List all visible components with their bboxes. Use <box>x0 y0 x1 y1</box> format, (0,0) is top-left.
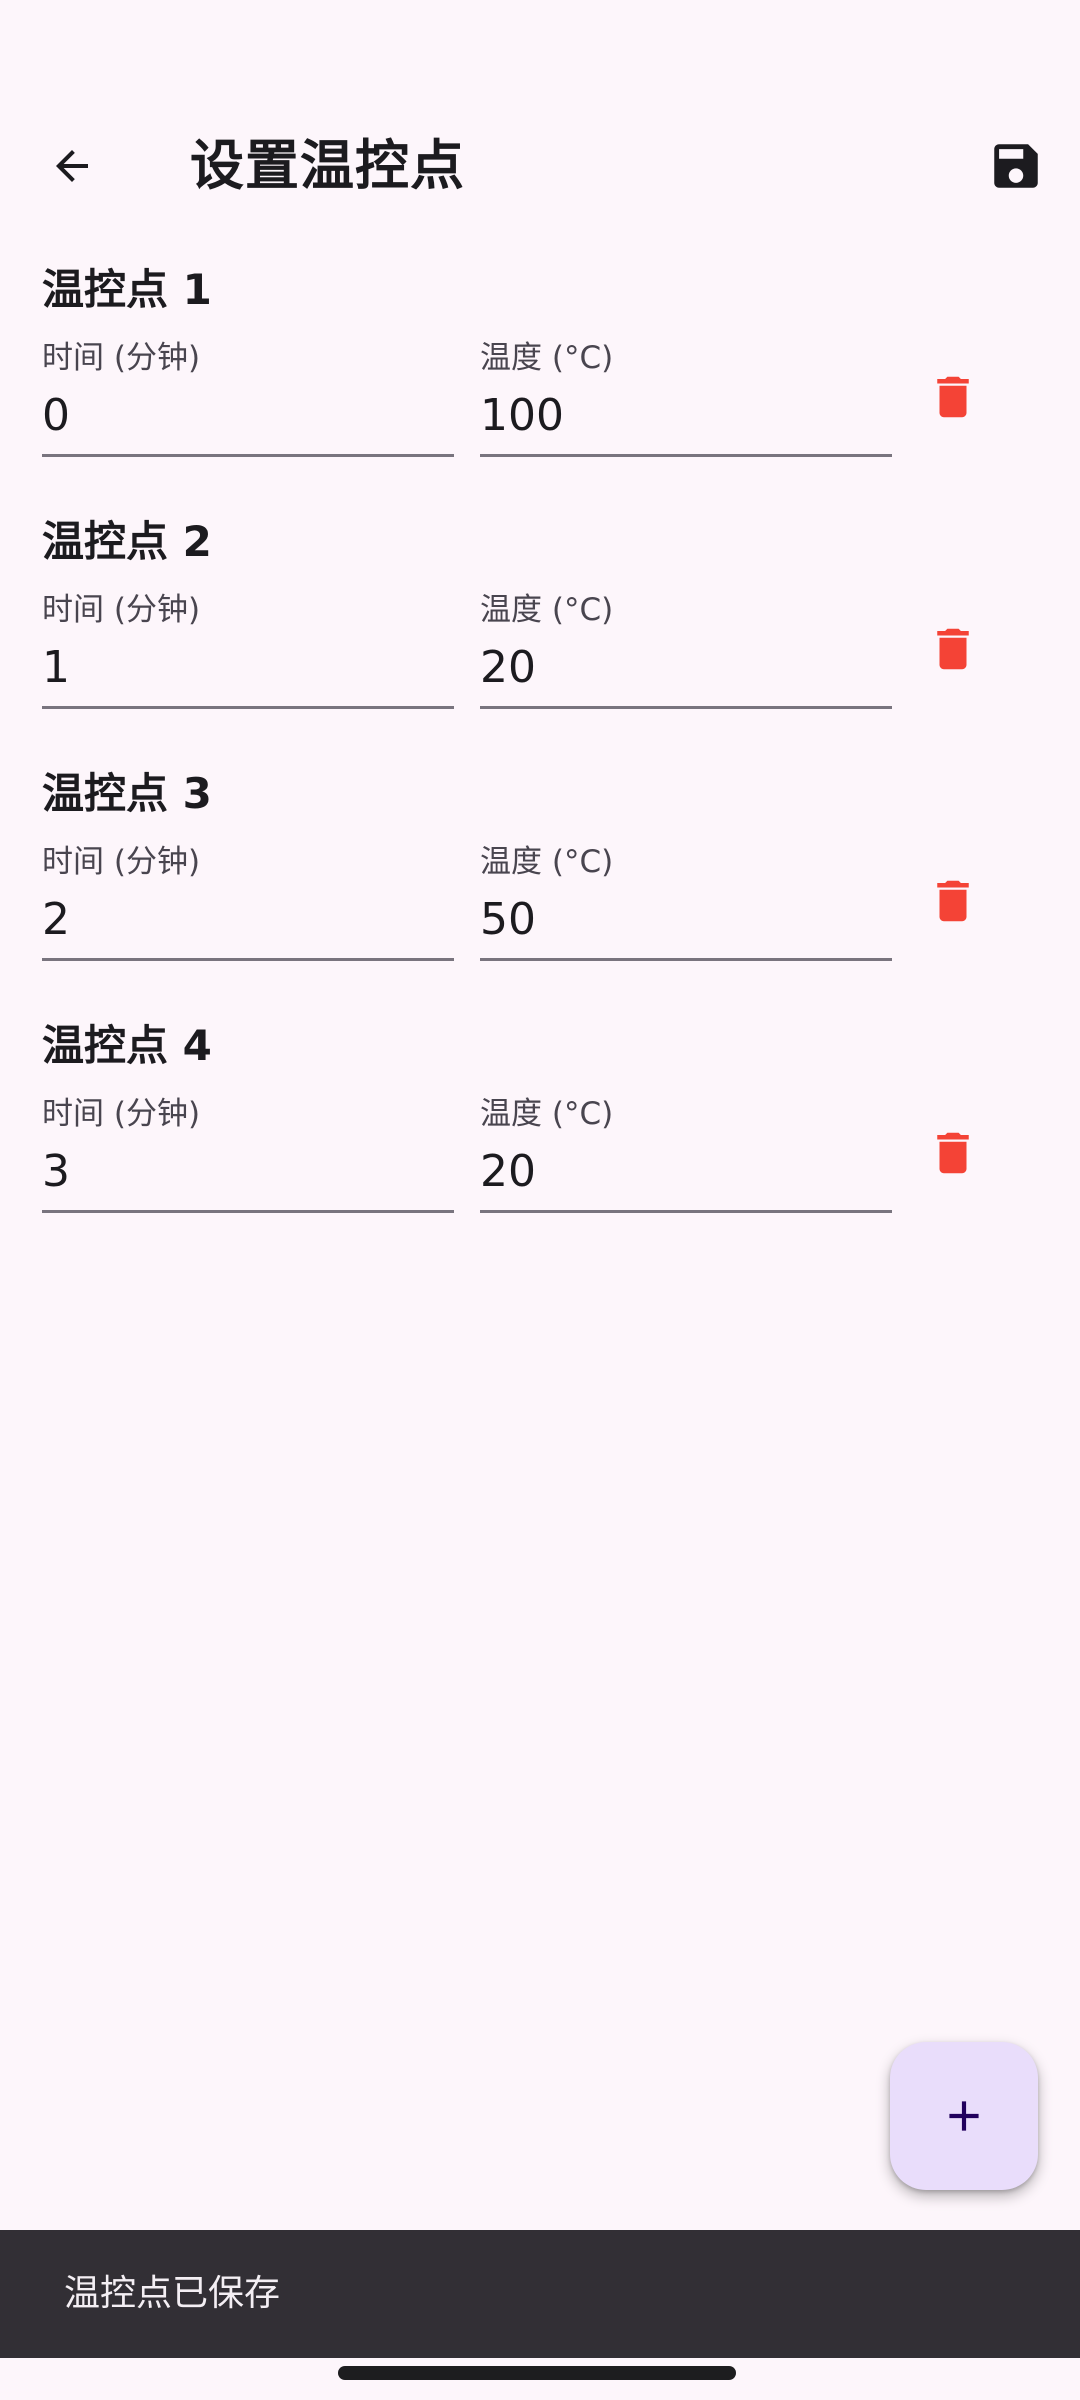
arrow-left-icon <box>56 150 88 182</box>
time-field[interactable]: 时间 (分钟) 0 <box>42 336 454 457</box>
app-bar: 设置温控点 <box>0 110 1080 220</box>
temperature-field[interactable]: 温度 (°C) 100 <box>480 336 892 457</box>
save-button[interactable] <box>972 122 1060 210</box>
temperature-field[interactable]: 温度 (°C) 20 <box>480 588 892 709</box>
time-field[interactable]: 时间 (分钟) 3 <box>42 1092 454 1213</box>
point-title: 温控点 1 <box>42 265 212 314</box>
delete-point-button[interactable] <box>908 352 998 442</box>
trash-icon <box>937 376 969 418</box>
time-field-label: 时间 (分钟) <box>42 1096 201 1132</box>
trash-icon <box>937 1132 969 1174</box>
gesture-nav-handle[interactable] <box>338 2366 736 2380</box>
snackbar: 温控点已保存 <box>0 2230 1080 2358</box>
delete-point-button[interactable] <box>908 604 998 694</box>
temperature-field-value[interactable]: 20 <box>480 638 536 698</box>
temperature-field-value[interactable]: 100 <box>480 386 564 446</box>
temperature-field-label: 温度 (°C) <box>480 340 614 376</box>
time-field[interactable]: 时间 (分钟) 1 <box>42 588 454 709</box>
temperature-field-value[interactable]: 20 <box>480 1142 536 1202</box>
temperature-field-label: 温度 (°C) <box>480 592 614 628</box>
temperature-point-item: 温控点 2 时间 (分钟) 1 温度 (°C) 20 <box>0 504 1080 756</box>
time-field-label: 时间 (分钟) <box>42 592 201 628</box>
trash-icon <box>937 628 969 670</box>
time-field-value[interactable]: 3 <box>42 1142 70 1202</box>
time-field-value[interactable]: 1 <box>42 638 70 698</box>
add-point-button[interactable] <box>890 2042 1038 2190</box>
temperature-point-item: 温控点 4 时间 (分钟) 3 温度 (°C) 20 <box>0 1008 1080 1260</box>
time-field-value[interactable]: 2 <box>42 890 70 950</box>
point-title: 温控点 3 <box>42 769 212 818</box>
floppy-disk-icon <box>994 144 1038 188</box>
time-field-label: 时间 (分钟) <box>42 340 201 376</box>
temperature-field-label: 温度 (°C) <box>480 1096 614 1132</box>
temperature-point-list: 温控点 1 时间 (分钟) 0 温度 (°C) 100 温控点 2 时间 (分钟… <box>0 252 1080 1260</box>
temperature-field[interactable]: 温度 (°C) 50 <box>480 840 892 961</box>
back-button[interactable] <box>30 124 114 208</box>
temperature-point-item: 温控点 3 时间 (分钟) 2 温度 (°C) 50 <box>0 756 1080 1008</box>
trash-icon <box>937 880 969 922</box>
plus-icon <box>949 2101 979 2131</box>
temperature-field-label: 温度 (°C) <box>480 844 614 880</box>
time-field[interactable]: 时间 (分钟) 2 <box>42 840 454 961</box>
snackbar-message: 温控点已保存 <box>64 2273 281 2314</box>
temperature-field-value[interactable]: 50 <box>480 890 536 950</box>
time-field-value[interactable]: 0 <box>42 386 70 446</box>
delete-point-button[interactable] <box>908 1108 998 1198</box>
time-field-label: 时间 (分钟) <box>42 844 201 880</box>
point-title: 温控点 2 <box>42 517 212 566</box>
temperature-field[interactable]: 温度 (°C) 20 <box>480 1092 892 1213</box>
page-title: 设置温控点 <box>190 134 465 197</box>
temperature-point-item: 温控点 1 时间 (分钟) 0 温度 (°C) 100 <box>0 252 1080 504</box>
delete-point-button[interactable] <box>908 856 998 946</box>
point-title: 温控点 4 <box>42 1021 212 1070</box>
